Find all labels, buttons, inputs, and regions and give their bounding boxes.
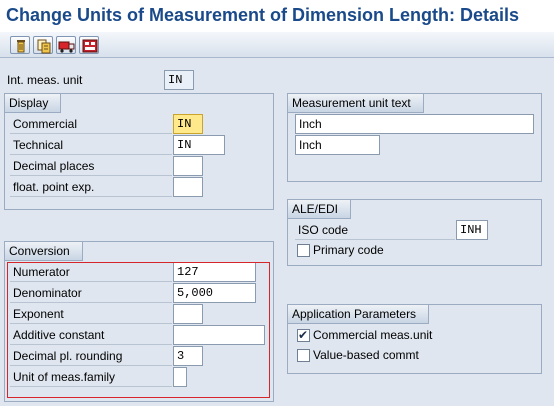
title-bar: Change Units of Measurement of Dimension… xyxy=(0,0,554,32)
page-title: Change Units of Measurement of Dimension… xyxy=(6,5,520,25)
sql-icon xyxy=(82,39,98,53)
float-point-field[interactable] xyxy=(173,177,203,197)
iso-code-label: ISO code xyxy=(295,220,455,240)
decimal-places-field[interactable] xyxy=(173,156,203,176)
decimal-places-label: Decimal places xyxy=(10,156,172,176)
commercial-label: Commercial xyxy=(10,114,172,134)
float-point-label: float. point exp. xyxy=(10,177,172,197)
measurement-text-group-title: Measurement unit text xyxy=(288,94,424,113)
int-meas-unit-field[interactable]: IN xyxy=(164,70,194,90)
transport-button[interactable] xyxy=(56,36,76,54)
display-group-title: Display xyxy=(5,94,62,113)
conversion-group-title: Conversion xyxy=(5,242,83,261)
int-meas-unit-label: Int. meas. unit xyxy=(7,73,83,87)
trash-icon xyxy=(17,40,25,53)
technical-label: Technical xyxy=(10,135,172,155)
iso-code-field[interactable]: INH xyxy=(456,220,488,240)
measurement-long-text-field[interactable]: Inch xyxy=(295,114,534,134)
commercial-field[interactable]: IN xyxy=(173,114,203,134)
commercial-meas-unit-checkbox[interactable]: ✔ xyxy=(297,328,310,342)
sql-trace-button[interactable] xyxy=(79,36,99,54)
value-based-commt-checkbox[interactable] xyxy=(297,349,310,362)
ale-edi-group-title: ALE/EDI xyxy=(288,200,352,219)
technical-field[interactable]: IN xyxy=(173,135,225,155)
measurement-short-text-field[interactable]: Inch xyxy=(295,135,380,155)
toolbar xyxy=(0,32,554,58)
application-params-group-title: Application Parameters xyxy=(288,305,430,324)
truck-icon xyxy=(58,41,75,53)
value-based-commt-label: Value-based commt xyxy=(313,348,419,362)
copy-icon xyxy=(37,39,51,54)
primary-code-label: Primary code xyxy=(313,243,384,257)
commercial-meas-unit-label: Commercial meas.unit xyxy=(313,328,433,342)
check-icon: ✔ xyxy=(298,328,309,342)
copy-button[interactable] xyxy=(33,36,53,54)
delete-button[interactable] xyxy=(10,36,30,54)
highlight-box xyxy=(7,262,270,398)
primary-code-checkbox[interactable] xyxy=(297,244,310,257)
